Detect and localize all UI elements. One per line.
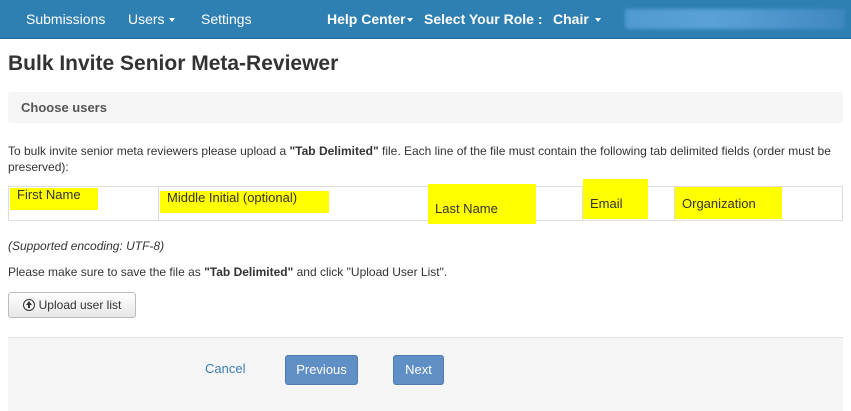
nav-help-center[interactable]: Help Center [327, 0, 413, 38]
role-dropdown[interactable]: Chair [553, 0, 601, 38]
select-role-label: Select Your Role : [424, 11, 543, 27]
save-note-suffix: and click "Upload User List". [293, 265, 448, 279]
top-navbar: Submissions Users Settings Help Center S… [0, 0, 851, 39]
caret-down-icon [594, 18, 601, 23]
caret-down-icon [168, 18, 175, 23]
wizard-footer: Cancel Previous Next [8, 337, 843, 411]
circle-arrow-up-icon [22, 299, 35, 311]
previous-button[interactable]: Previous [285, 355, 358, 385]
role-label: Chair [553, 11, 589, 27]
user-menu-redacted[interactable] [625, 9, 845, 29]
help-center-label: Help Center [327, 11, 406, 27]
field-email: Email [583, 179, 648, 219]
panel-heading-text: Choose users [21, 100, 107, 115]
upload-instructions: To bulk invite senior meta reviewers ple… [8, 143, 843, 175]
field-last-name: Last Name [428, 184, 536, 224]
instructions-prefix: To bulk invite senior meta reviewers ple… [8, 144, 290, 158]
field-organization: Organization [675, 187, 782, 219]
page-title: Bulk Invite Senior Meta-Reviewer [8, 52, 339, 75]
panel-heading: Choose users [8, 92, 843, 123]
caret-down-icon [406, 18, 413, 23]
field-first-name: First Name [10, 187, 98, 210]
save-note-prefix: Please make sure to save the file as [8, 265, 205, 279]
upload-user-list-button[interactable]: Upload user list [8, 292, 136, 318]
cancel-button[interactable]: Cancel [205, 361, 245, 376]
nav-settings[interactable]: Settings [201, 0, 252, 38]
field-middle-initial: Middle Initial (optional) [160, 190, 329, 213]
upload-button-label: Upload user list [38, 298, 122, 312]
instructions-format: "Tab Delimited" [289, 144, 379, 158]
encoding-note: (Supported encoding: UTF-8) [8, 239, 165, 253]
nav-users[interactable]: Users [128, 0, 175, 38]
save-note-format: "Tab Delimited" [204, 265, 294, 279]
nav-users-label: Users [128, 11, 165, 27]
next-button[interactable]: Next [393, 355, 444, 385]
nav-submissions[interactable]: Submissions [26, 0, 105, 38]
save-note: Please make sure to save the file as "Ta… [8, 265, 447, 279]
